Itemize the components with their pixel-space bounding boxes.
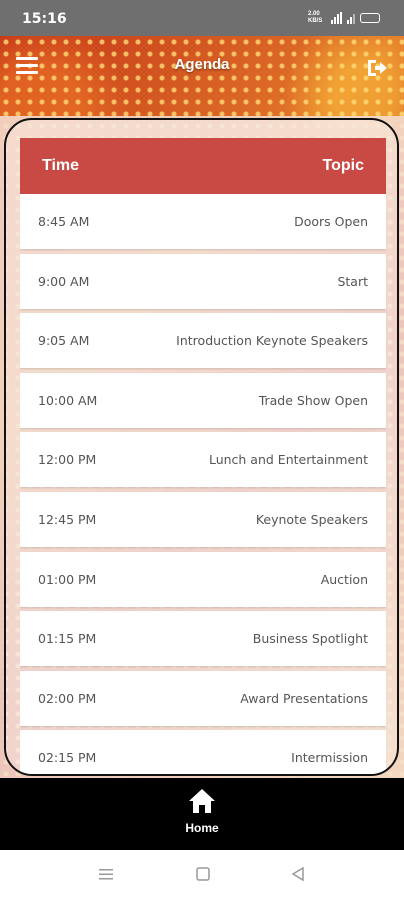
page-title: Agenda	[174, 56, 230, 73]
table-row[interactable]: 9:05 AM Introduction Keynote Speakers	[20, 313, 386, 369]
row-time: 8:45 AM	[38, 214, 90, 229]
recent-apps-button[interactable]	[98, 866, 114, 887]
row-topic: Award Presentations	[240, 690, 368, 706]
table-header: Time Topic	[20, 138, 386, 194]
row-topic: Auction	[320, 571, 368, 587]
table-row[interactable]: 8:45 AM Doors Open	[20, 194, 386, 249]
table-row[interactable]: 9:00 AM Start	[20, 253, 386, 309]
row-time: 02:00 PM	[38, 690, 97, 706]
home-label: Home	[185, 821, 219, 835]
table-row[interactable]: 12:45 PM Keynote Speakers	[20, 491, 386, 547]
row-time: 01:00 PM	[38, 571, 97, 587]
status-icons: 2.00 KB/S	[308, 11, 380, 25]
back-triangle-icon	[291, 866, 304, 882]
row-time: 01:15 PM	[38, 631, 97, 647]
column-topic: Topic	[322, 157, 364, 174]
system-nav-bar	[0, 850, 404, 900]
column-time: Time	[42, 157, 80, 174]
row-topic: Keynote Speakers	[255, 511, 368, 527]
agenda-card: Time Topic 8:45 AM Doors Open 9:00 AM Start…	[4, 118, 399, 776]
agenda-table[interactable]: Time Topic 8:45 AM Doors Open 9:00 AM Start…	[20, 138, 386, 774]
row-topic: Trade Show Open	[258, 392, 368, 408]
row-time: 02:15 PM	[38, 750, 97, 766]
square-icon	[196, 867, 210, 881]
status-time: 15:16	[22, 11, 67, 27]
row-time: 9:00 AM	[38, 273, 90, 289]
row-time: 12:00 PM	[38, 452, 97, 468]
back-button[interactable]	[290, 866, 306, 887]
network-speed: 2.00 KB/S	[308, 11, 323, 24]
row-topic: Business Spotlight	[252, 631, 368, 647]
row-topic: Introduction Keynote Speakers	[176, 333, 368, 349]
table-row[interactable]: 10:00 AM Trade Show Open	[20, 372, 386, 428]
table-body: 8:45 AM Doors Open 9:00 AM Start 9:05 AM Intr…	[20, 194, 386, 774]
table-row[interactable]: 12:00 PM Lunch and Entertainment	[20, 432, 386, 488]
home-tab[interactable]: Home	[172, 788, 232, 844]
row-topic: Start	[337, 273, 368, 289]
signal-icon	[331, 12, 342, 24]
home-icon	[189, 789, 215, 813]
table-row[interactable]: 02:15 PM Intermission	[20, 730, 386, 774]
table-row[interactable]: 02:00 PM Award Presentations	[20, 670, 386, 726]
bottom-nav: Home	[0, 778, 404, 850]
row-time: 9:05 AM	[38, 333, 90, 349]
app-header: Agenda	[0, 36, 404, 98]
recent-apps-icon	[99, 869, 113, 880]
signal-icon-2	[347, 12, 355, 24]
row-topic: Lunch and Entertainment	[208, 452, 368, 468]
table-row[interactable]: 01:00 PM Auction	[20, 551, 386, 607]
logout-icon	[368, 60, 387, 76]
table-row[interactable]: 01:15 PM Business Spotlight	[20, 611, 386, 667]
row-topic: Doors Open	[294, 214, 368, 229]
status-bar: 15:16 2.00 KB/S	[0, 0, 404, 36]
row-time: 10:00 AM	[38, 392, 98, 408]
row-topic: Intermission	[291, 750, 368, 766]
logout-button[interactable]	[366, 58, 388, 78]
battery-icon	[360, 13, 380, 23]
row-time: 12:45 PM	[38, 511, 97, 527]
home-system-button[interactable]	[195, 866, 211, 887]
